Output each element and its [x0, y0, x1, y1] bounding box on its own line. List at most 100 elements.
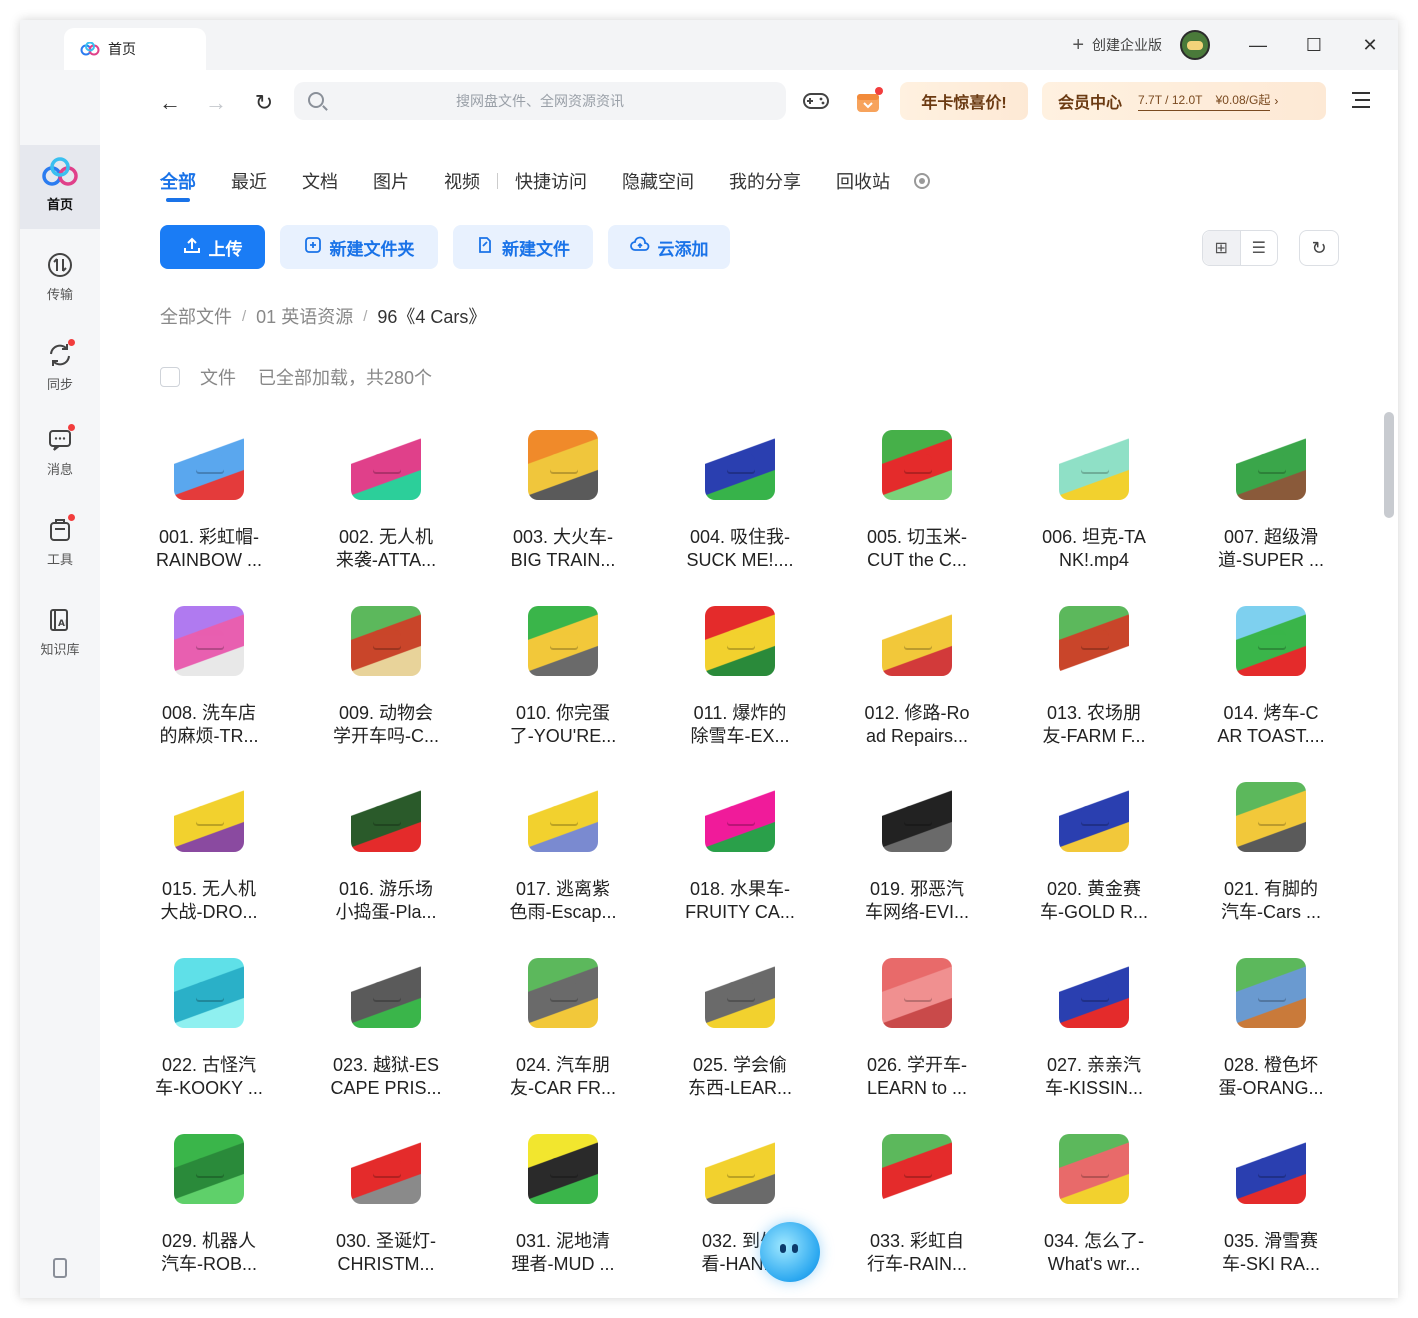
phone-icon[interactable] — [53, 1258, 67, 1278]
reload-button[interactable]: ↻ — [252, 90, 276, 116]
file-item[interactable]: 012. 修路-Ro ad Repairs... — [836, 600, 998, 770]
tab-home[interactable]: 首页 — [64, 28, 206, 70]
file-item[interactable]: 019. 邪恶汽 车网络-EVI... — [836, 776, 998, 946]
minimize-button[interactable]: — — [1230, 20, 1286, 70]
tab-hidden-space[interactable]: 隐藏空间 — [622, 168, 694, 194]
file-item[interactable]: 029. 机器人 汽车-ROB... — [128, 1128, 290, 1298]
maximize-button[interactable]: ☐ — [1286, 20, 1342, 70]
file-item[interactable]: 010. 你完蛋 了-YOU'RE... — [482, 600, 644, 770]
file-item[interactable]: 017. 逃离紫 色雨-Escap... — [482, 776, 644, 946]
new-file-button[interactable]: 新建文件 — [453, 225, 593, 269]
video-thumbnail — [174, 430, 244, 500]
car-shape — [1258, 806, 1286, 824]
tab-documents[interactable]: 文档 — [302, 168, 338, 194]
tab-recycle-bin[interactable]: 回收站 — [836, 168, 890, 194]
file-item[interactable]: 033. 彩虹自 行车-RAIN... — [836, 1128, 998, 1298]
settings-icon[interactable] — [914, 173, 930, 189]
file-item[interactable]: 022. 古怪汽 车-KOOKY ... — [128, 952, 290, 1122]
file-name-line: 色雨-Escap... — [509, 902, 617, 922]
vip-center-button[interactable]: 会员中心 7.7T / 12.0T ¥0.08/G起 › — [1042, 82, 1326, 120]
file-item[interactable]: 034. 怎么了- What's wr... — [1013, 1128, 1175, 1298]
file-name: 004. 吸住我- SUCK ME!.... — [659, 526, 821, 572]
cloud-add-button[interactable]: 云添加 — [608, 225, 730, 269]
file-name-line: 东西-LEAR... — [687, 1078, 793, 1098]
file-item[interactable]: 025. 学会偷 东西-LEAR... — [659, 952, 821, 1122]
file-item[interactable]: 014. 烤车-C AR TOAST.... — [1190, 600, 1352, 770]
file-name: 031. 泥地清 理者-MUD ... — [482, 1230, 644, 1276]
car-shape — [373, 806, 401, 824]
close-button[interactable]: ✕ — [1342, 20, 1398, 70]
search-input[interactable]: 搜网盘文件、全网资源资讯 — [294, 82, 786, 120]
file-name: 029. 机器人 汽车-ROB... — [128, 1230, 290, 1276]
grid-view-icon[interactable]: ⊞ — [1203, 231, 1241, 265]
file-item[interactable]: 016. 游乐场 小捣蛋-Pla... — [305, 776, 467, 946]
notification-dot — [68, 423, 75, 431]
file-item[interactable]: 018. 水果车- FRUITY CA... — [659, 776, 821, 946]
file-item[interactable]: 008. 洗车店 的麻烦-TR... — [128, 600, 290, 770]
back-button[interactable]: ← — [158, 90, 182, 116]
sidebar-item-tools[interactable]: 工具 — [20, 500, 100, 584]
file-item[interactable]: 009. 动物会 学开车吗-C... — [305, 600, 467, 770]
file-name-line: 车-KISSIN... — [1044, 1078, 1143, 1098]
file-name: 008. 洗车店 的麻烦-TR... — [128, 702, 290, 748]
year-card-promo-button[interactable]: 年卡惊喜价! — [900, 82, 1028, 120]
file-item[interactable]: 007. 超级滑 道-SUPER ... — [1190, 424, 1352, 594]
file-item[interactable]: 028. 橙色坏 蛋-ORANG... — [1190, 952, 1352, 1122]
tab-recent[interactable]: 最近 — [231, 168, 267, 194]
list-view-icon[interactable]: ☰ — [1241, 231, 1278, 265]
vip-center-label: 会员中心 — [1058, 95, 1123, 112]
forward-button[interactable]: → — [204, 90, 228, 116]
create-enterprise-label: 创建企业版 — [1092, 37, 1162, 53]
video-thumbnail — [1236, 430, 1306, 500]
tab-images[interactable]: 图片 — [373, 168, 409, 194]
file-name: 012. 修路-Ro ad Repairs... — [836, 702, 998, 748]
file-item[interactable]: 020. 黄金赛 车-GOLD R... — [1013, 776, 1175, 946]
upload-button[interactable]: 上传 — [160, 225, 265, 269]
file-item[interactable]: 023. 越狱-ES CAPE PRIS... — [305, 952, 467, 1122]
file-item[interactable]: 015. 无人机 大战-DRO... — [128, 776, 290, 946]
tab-quick-access[interactable]: 快捷访问 — [515, 168, 587, 194]
video-thumbnail — [174, 1134, 244, 1204]
breadcrumb-item-english[interactable]: 01 英语资源 — [256, 303, 353, 329]
scrollbar[interactable] — [1384, 412, 1394, 518]
ai-assistant-icon[interactable] — [760, 1222, 820, 1282]
create-enterprise-button[interactable]: + 创建企业版 — [1072, 34, 1162, 57]
file-name: 027. 亲亲汽 车-KISSIN... — [1013, 1054, 1175, 1100]
sidebar-item-transfer[interactable]: 传输 — [20, 235, 100, 319]
file-item[interactable]: 031. 泥地清 理者-MUD ... — [482, 1128, 644, 1298]
tab-my-shares[interactable]: 我的分享 — [729, 168, 801, 194]
file-item[interactable]: 002. 无人机 来袭-ATTA... — [305, 424, 467, 594]
car-shape — [373, 630, 401, 648]
file-item[interactable]: 003. 大火车- BIG TRAIN... — [482, 424, 644, 594]
file-item[interactable]: 005. 切玉米- CUT the C... — [836, 424, 998, 594]
gamepad-icon[interactable] — [802, 90, 830, 117]
file-item[interactable]: 026. 学开车- LEARN to ... — [836, 952, 998, 1122]
sidebar-item-messages[interactable]: 消息 — [20, 410, 100, 494]
breadcrumb-item-all-files[interactable]: 全部文件 — [160, 303, 232, 329]
menu-icon[interactable] — [1352, 92, 1370, 108]
avatar[interactable] — [1180, 30, 1210, 60]
file-item[interactable]: 004. 吸住我- SUCK ME!.... — [659, 424, 821, 594]
refresh-button[interactable]: ↻ — [1299, 230, 1339, 266]
file-item[interactable]: 001. 彩虹帽- RAINBOW ... — [128, 424, 290, 594]
car-shape — [196, 630, 224, 648]
video-thumbnail — [1059, 430, 1129, 500]
file-item[interactable]: 013. 农场朋 友-FARM F... — [1013, 600, 1175, 770]
file-item[interactable]: 006. 坦克-TA NK!.mp4 — [1013, 424, 1175, 594]
tab-all[interactable]: 全部 — [160, 168, 196, 202]
sidebar-item-home[interactable]: 首页 — [20, 145, 100, 229]
tab-videos[interactable]: 视频 — [444, 168, 480, 194]
file-item[interactable]: 011. 爆炸的 除雪车-EX... — [659, 600, 821, 770]
select-all-checkbox[interactable] — [160, 367, 180, 387]
sidebar-item-knowledge-base[interactable]: AI 知识库 — [20, 590, 100, 674]
file-name-line: LEARN to ... — [866, 1078, 968, 1098]
file-item[interactable]: 024. 汽车朋 友-CAR FR... — [482, 952, 644, 1122]
new-folder-button[interactable]: 新建文件夹 — [280, 225, 438, 269]
file-item[interactable]: 021. 有脚的 汽车-Cars ... — [1190, 776, 1352, 946]
file-item[interactable]: 027. 亲亲汽 车-KISSIN... — [1013, 952, 1175, 1122]
gift-icon[interactable] — [854, 86, 884, 121]
file-item[interactable]: 030. 圣诞灯- CHRISTM... — [305, 1128, 467, 1298]
sidebar-item-sync[interactable]: 同步 — [20, 325, 100, 409]
file-item[interactable]: 035. 滑雪赛 车-SKI RA... — [1190, 1128, 1352, 1298]
upload-label: 上传 — [208, 239, 243, 259]
